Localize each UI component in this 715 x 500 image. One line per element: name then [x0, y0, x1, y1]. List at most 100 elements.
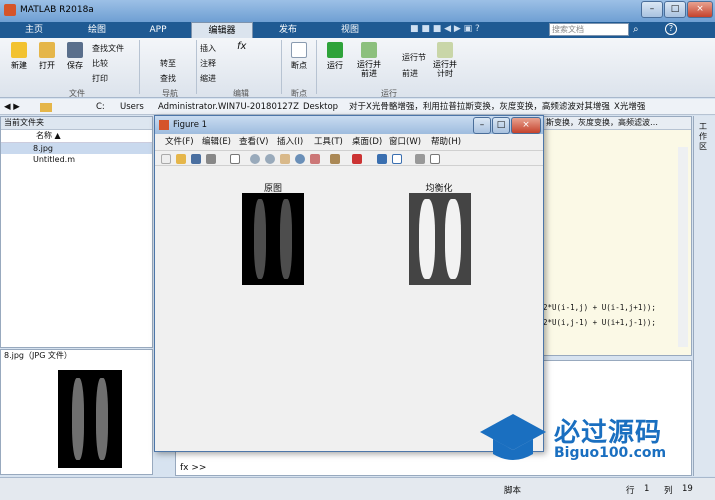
- tab-publish[interactable]: 发布: [254, 22, 322, 38]
- legend-icon[interactable]: [392, 154, 402, 164]
- tab-editor[interactable]: 编辑器: [191, 22, 253, 38]
- minimize-button[interactable]: –: [641, 1, 663, 18]
- separator: [139, 40, 140, 94]
- watermark: 必过源码 Biguo100.com: [478, 412, 708, 472]
- run-section-button[interactable]: 运行节: [402, 52, 426, 63]
- figure-window[interactable]: Figure 1 – □ × 文件(F) 编辑(E) 查看(V) 插入(I) 工…: [154, 115, 544, 452]
- separator: [281, 40, 282, 94]
- breakpoint-button[interactable]: 断点: [286, 42, 312, 71]
- folder-icon: [39, 42, 55, 58]
- path-part[interactable]: C:: [96, 99, 105, 115]
- goto-button[interactable]: 转至: [160, 58, 176, 69]
- brush-icon[interactable]: [330, 154, 340, 164]
- separator: [316, 40, 317, 94]
- command-prompt[interactable]: fx >>: [180, 463, 206, 473]
- matlab-logo-icon: [159, 120, 169, 130]
- file-type-status: 脚本: [504, 486, 522, 496]
- comment-button[interactable]: 注释: [200, 58, 216, 69]
- save-icon[interactable]: [191, 154, 201, 164]
- editor-tab[interactable]: 斯变换，灰度变换，高频滤波…: [543, 117, 691, 130]
- tab-plots[interactable]: 绘图: [68, 22, 126, 38]
- menu-tools[interactable]: 工具(T): [314, 135, 343, 149]
- data-cursor-icon[interactable]: [310, 154, 320, 164]
- print-button[interactable]: 打印: [92, 73, 108, 84]
- code-line: 2*U(i-1,j) + U(i-1,j+1));: [543, 303, 656, 312]
- menu-file[interactable]: 文件(F): [165, 135, 194, 149]
- menu-help[interactable]: 帮助(H): [431, 135, 461, 149]
- path-part[interactable]: Desktop: [303, 99, 338, 115]
- zoom-out-icon[interactable]: [265, 154, 275, 164]
- show-plot-tools-icon[interactable]: [430, 154, 440, 164]
- menu-edit[interactable]: 编辑(E): [202, 135, 231, 149]
- skeleton-shape: [280, 199, 292, 279]
- tab-view[interactable]: 视图: [322, 22, 378, 38]
- menu-desktop[interactable]: 桌面(D): [352, 135, 382, 149]
- skeleton-shape: [419, 199, 435, 279]
- rotate-icon[interactable]: [295, 154, 305, 164]
- title-bar: MATLAB R2018a – □ ×: [0, 0, 715, 22]
- colorbar-icon[interactable]: [377, 154, 387, 164]
- advance-button[interactable]: 前进: [402, 68, 418, 79]
- app-title: MATLAB R2018a: [20, 5, 94, 15]
- figure-close-button[interactable]: ×: [511, 117, 541, 134]
- search-input[interactable]: 搜索文档: [549, 23, 629, 36]
- back-icon[interactable]: ◀ ▶: [4, 99, 20, 115]
- pan-icon[interactable]: [280, 154, 290, 164]
- close-button[interactable]: ×: [687, 1, 713, 18]
- editor-scrollbar[interactable]: [678, 147, 688, 347]
- indent-button[interactable]: 缩进: [200, 73, 216, 84]
- tab-apps[interactable]: APP: [126, 22, 190, 38]
- col-label: 列: [664, 486, 673, 496]
- path-part[interactable]: X光增强: [614, 99, 645, 115]
- current-folder-panel: 当前文件夹 名称 ▲ 8.jpg Untitled.m: [0, 116, 153, 348]
- figure-title: Figure 1: [173, 120, 208, 130]
- equalized-image: [409, 193, 471, 285]
- run-and-advance-button[interactable]: 运行并 前进: [352, 42, 386, 78]
- find-button[interactable]: 查找: [160, 73, 176, 84]
- link-icon[interactable]: [352, 154, 362, 164]
- figure-title-bar[interactable]: Figure 1 – □ ×: [155, 116, 543, 134]
- file-item-selected[interactable]: 8.jpg: [1, 143, 152, 154]
- maximize-button[interactable]: □: [664, 1, 686, 18]
- tab-home[interactable]: 主页: [0, 22, 68, 38]
- path-part[interactable]: 对于X光骨骼增强，利用拉普拉斯变换，灰度变换，高频滤波对其增强: [349, 99, 610, 115]
- fx-icon[interactable]: fx: [237, 41, 246, 52]
- search-icon[interactable]: ⌕: [633, 24, 639, 35]
- print-icon[interactable]: [206, 154, 216, 164]
- folder-icon: [40, 103, 52, 112]
- compare-button[interactable]: 比较: [92, 58, 108, 69]
- open-icon[interactable]: [176, 154, 186, 164]
- menu-insert[interactable]: 插入(I): [277, 135, 303, 149]
- zoom-in-icon[interactable]: [250, 154, 260, 164]
- new-button[interactable]: 新建: [6, 42, 32, 71]
- workspace-label[interactable]: 工作区: [699, 122, 711, 152]
- graduation-cap-icon: [480, 414, 546, 460]
- figure-menu-bar: 文件(F) 编辑(E) 查看(V) 插入(I) 工具(T) 桌面(D) 窗口(W…: [155, 135, 543, 149]
- path-part[interactable]: Administrator.WIN7U-20180127Z: [158, 99, 299, 115]
- separator: [196, 40, 197, 94]
- save-button[interactable]: 保存: [62, 42, 88, 71]
- menu-view[interactable]: 查看(V): [239, 135, 268, 149]
- figure-maximize-button[interactable]: □: [492, 117, 510, 134]
- timer-icon: [437, 42, 453, 58]
- group-breakpoints: 断点: [291, 89, 307, 98]
- figure-minimize-button[interactable]: –: [473, 117, 491, 134]
- quick-access-toolbar[interactable]: ■ ■ ■ ◀ ▶ ▣ ?: [410, 24, 540, 36]
- help-icon[interactable]: ?: [665, 23, 677, 35]
- hide-plot-tools-icon[interactable]: [415, 154, 425, 164]
- editor-panel[interactable]: 斯变换，灰度变换，高频滤波… 2*U(i-1,j) + U(i-1,j+1));…: [542, 116, 692, 356]
- run-button[interactable]: 运行: [322, 42, 348, 71]
- path-part[interactable]: Users: [120, 99, 144, 115]
- pointer-icon[interactable]: [230, 154, 240, 164]
- find-files-button[interactable]: 查找文件: [92, 43, 124, 54]
- menu-window[interactable]: 窗口(W): [389, 135, 421, 149]
- run-and-time-button[interactable]: 运行并 计时: [428, 42, 462, 78]
- column-header-name[interactable]: 名称 ▲: [1, 130, 152, 143]
- open-button[interactable]: 打开: [34, 42, 60, 71]
- address-bar[interactable]: ◀ ▶ C: Users Administrator.WIN7U-2018012…: [0, 99, 715, 115]
- skeleton-shape: [72, 378, 84, 460]
- file-item[interactable]: Untitled.m: [1, 154, 152, 165]
- insert-button[interactable]: 插入: [200, 43, 216, 54]
- ribbon: 新建 打开 保存 查找文件 比较 打印 转至 查找 插入 注释 缩进 fx 断点…: [0, 38, 715, 98]
- new-figure-icon[interactable]: [161, 154, 171, 164]
